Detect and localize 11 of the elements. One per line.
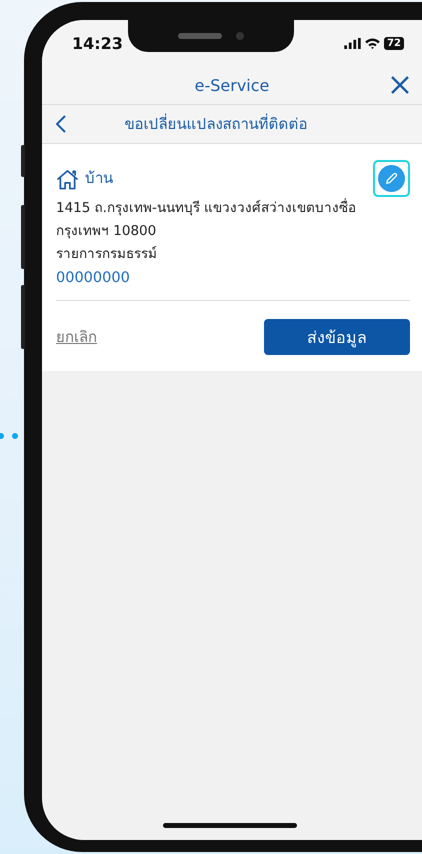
page-title: ขอเปลี่ยนแปลงสถานที่ติดต่อ [124, 112, 308, 135]
status-time: 14:23 [72, 34, 123, 52]
header-title: e-Service [194, 76, 270, 94]
submit-button[interactable]: ส่งข้อมูล [264, 319, 410, 355]
cancel-link[interactable]: ยกเลิก [56, 325, 97, 349]
address-line: กรุงเทพฯ 10800 [56, 222, 158, 241]
policy-number: 00000000 [56, 269, 131, 288]
battery-level: 72 [384, 36, 404, 50]
address-type: บ้าน [85, 168, 113, 189]
address-line: 1415 ถ.กรุงเทพ-นนทบุรี แขวงวงศ์สว่างเขตบางซื่อ [56, 197, 358, 218]
policy-label: รายการกรมธรรม์ [56, 245, 158, 264]
